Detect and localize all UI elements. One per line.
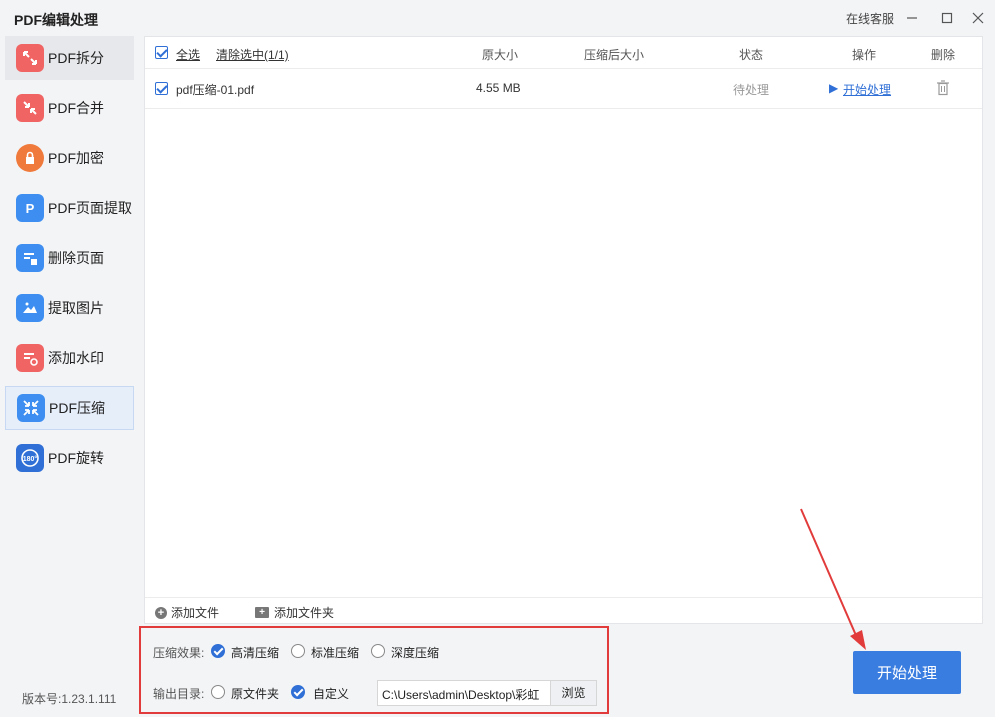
column-compressed-size: 压缩后大小 [584, 48, 645, 62]
watermark-icon [16, 344, 44, 372]
options-panel: 压缩效果: 高清压缩 标准压缩 深度压缩 输出目录: 原文件夹 自定义 C:\U… [139, 626, 609, 714]
sidebar-item-watermark[interactable]: 添加水印 [5, 336, 134, 380]
trash-icon[interactable] [936, 80, 950, 96]
sidebar-item-label: PDF压缩 [49, 400, 105, 416]
sidebar-item-label: 提取图片 [48, 300, 104, 316]
compress-icon [17, 394, 45, 422]
select-all-link[interactable]: 全选 [176, 46, 200, 63]
sidebar-item-pdf-encrypt[interactable]: PDF加密 [5, 136, 134, 180]
page-extract-icon: P [16, 194, 44, 222]
add-file-label: 添加文件 [171, 606, 220, 620]
title-bar: PDF编辑处理 在线客服 [0, 0, 995, 36]
effect-deep-label[interactable]: 深度压缩 [391, 644, 439, 661]
sidebar-item-page-extract[interactable]: P PDF页面提取 [5, 186, 134, 230]
start-process-link[interactable]: 开始处理 [843, 81, 891, 98]
file-name: pdf压缩-01.pdf [176, 83, 255, 97]
sidebar-item-delete-page[interactable]: 删除页面 [5, 236, 134, 280]
sidebar-item-label: PDF旋转 [48, 450, 104, 466]
minimize-icon [907, 17, 917, 19]
sidebar: PDF拆分 PDF合并 PDF加密 P PDF页面提取 删除页面 提取图片 添加… [0, 36, 144, 717]
column-action: 操作 [852, 48, 877, 62]
sidebar-item-pdf-split[interactable]: PDF拆分 [5, 36, 134, 80]
start-process-button[interactable]: 开始处理 [853, 651, 961, 694]
select-all-checkbox[interactable] [155, 46, 168, 59]
minimize-button[interactable] [900, 6, 924, 30]
sidebar-item-label: 删除页面 [48, 250, 104, 266]
maximize-icon [941, 12, 953, 24]
output-path-input[interactable]: C:\Users\admin\Desktop\彩虹 [377, 680, 551, 706]
add-folder-label: 添加文件夹 [274, 606, 335, 620]
version-label: 版本号:1.23.1.111 [22, 692, 117, 706]
image-extract-icon [16, 294, 44, 322]
add-folder-button[interactable]: + 添加文件夹 [255, 604, 334, 621]
row-checkbox[interactable] [155, 82, 168, 95]
sidebar-item-image-extract[interactable]: 提取图片 [5, 286, 134, 330]
merge-icon [16, 94, 44, 122]
table-header: 全选 清除选中(1/1) 原大小 压缩后大小 状态 操作 删除 [145, 37, 982, 69]
original-size: 4.55 MB [476, 81, 521, 95]
file-actions-bar: + 添加文件 + 添加文件夹 [145, 597, 982, 624]
app-title: PDF编辑处理 [14, 12, 98, 28]
effect-standard-radio[interactable] [291, 644, 305, 658]
close-button[interactable] [966, 6, 990, 30]
column-status: 状态 [739, 48, 764, 62]
close-icon [972, 12, 984, 24]
sidebar-item-label: PDF加密 [48, 150, 104, 166]
column-delete: 删除 [931, 48, 956, 62]
online-support-link[interactable]: 在线客服 [846, 10, 894, 27]
effect-standard-label[interactable]: 标准压缩 [311, 644, 359, 661]
effect-deep-radio[interactable] [371, 644, 385, 658]
sidebar-item-label: PDF拆分 [48, 50, 104, 66]
effect-hd-radio[interactable] [211, 644, 225, 658]
sidebar-item-pdf-merge[interactable]: PDF合并 [5, 86, 134, 130]
status-text: 待处理 [733, 83, 770, 97]
file-list-panel: 全选 清除选中(1/1) 原大小 压缩后大小 状态 操作 删除 pdf压缩-01… [144, 36, 983, 624]
sidebar-item-label: PDF合并 [48, 100, 104, 116]
sidebar-item-pdf-compress[interactable]: PDF压缩 [5, 386, 134, 430]
compression-effect-label: 压缩效果: [153, 646, 205, 660]
sidebar-item-label: 添加水印 [48, 350, 104, 366]
output-original-label[interactable]: 原文件夹 [231, 685, 279, 702]
clear-selected-link[interactable]: 清除选中(1/1) [216, 46, 289, 63]
add-circle-icon: + [155, 606, 167, 619]
sidebar-item-label: PDF页面提取 [48, 200, 132, 216]
output-custom-label[interactable]: 自定义 [313, 685, 349, 702]
split-icon [16, 44, 44, 72]
table-row[interactable]: pdf压缩-01.pdf 4.55 MB 待处理 ▶ 开始处理 [145, 69, 982, 109]
delete-page-icon [16, 244, 44, 272]
effect-hd-label[interactable]: 高清压缩 [231, 644, 279, 661]
folder-add-icon: + [255, 607, 269, 618]
output-custom-radio[interactable] [291, 685, 305, 699]
column-original-size: 原大小 [482, 48, 519, 62]
browse-button[interactable]: 浏览 [551, 680, 597, 706]
play-icon: ▶ [829, 81, 839, 95]
maximize-button[interactable] [935, 6, 959, 30]
rotate-icon: 180° [16, 444, 44, 472]
output-original-radio[interactable] [211, 685, 225, 699]
svg-text:180°: 180° [23, 455, 38, 463]
sidebar-item-pdf-rotate[interactable]: 180° PDF旋转 [5, 436, 134, 480]
lock-icon [16, 144, 44, 172]
add-file-button[interactable]: + 添加文件 [155, 604, 219, 621]
output-dir-label: 输出目录: [153, 687, 205, 701]
